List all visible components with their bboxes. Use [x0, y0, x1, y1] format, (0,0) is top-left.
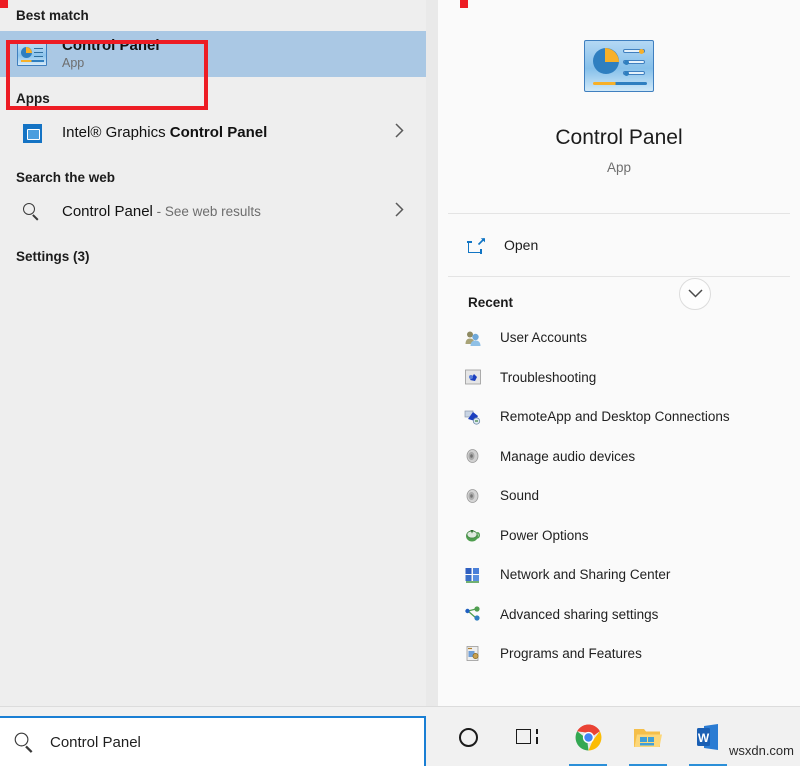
list-item[interactable]: Advanced sharing settings: [438, 595, 800, 635]
svg-text:W: W: [698, 731, 710, 745]
result-row-control-panel[interactable]: Control Panel App: [0, 31, 426, 77]
list-item[interactable]: Network and Sharing Center: [438, 555, 800, 595]
list-item[interactable]: Power Options: [438, 516, 800, 556]
app-detail-panel: Control Panel App Open: [438, 0, 800, 706]
chrome-icon: [575, 724, 602, 751]
settings-header: Settings (3): [0, 249, 426, 264]
best-match-header: Best match: [0, 8, 426, 23]
panel-divider: [426, 0, 438, 706]
chevron-down-icon: [688, 285, 703, 303]
search-icon: [16, 196, 48, 228]
list-item-label: Network and Sharing Center: [500, 567, 670, 582]
taskbar-icons: W: [438, 707, 738, 766]
list-item-label: Manage audio devices: [500, 449, 635, 464]
open-button-label: Open: [504, 237, 538, 253]
power-options-icon: [464, 526, 482, 544]
user-accounts-icon: [464, 329, 482, 347]
task-view-icon: [516, 728, 540, 746]
control-panel-icon: [16, 38, 48, 70]
list-item-label: Sound: [500, 488, 539, 503]
apps-header: Apps: [0, 91, 426, 106]
result-title: Control Panel - See web results: [62, 203, 261, 220]
sound-icon: [464, 487, 482, 505]
list-item[interactable]: Sound: [438, 476, 800, 516]
divider: [448, 276, 790, 277]
result-text: Control Panel App: [62, 37, 160, 71]
taskbar-item-chrome[interactable]: [558, 707, 618, 766]
list-item[interactable]: Programs and Features: [438, 634, 800, 674]
file-explorer-icon: [634, 726, 662, 748]
list-item-label: User Accounts: [500, 330, 587, 345]
taskbar-item-file-explorer[interactable]: [618, 707, 678, 766]
remoteapp-icon: [464, 408, 482, 426]
open-in-new-icon: [468, 237, 486, 253]
result-text: Intel® Graphics Control Panel: [62, 124, 267, 141]
search-icon: [15, 732, 36, 753]
word-icon: W: [696, 724, 720, 750]
list-item-label: Troubleshooting: [500, 370, 596, 385]
taskbar-item-task-view[interactable]: [498, 707, 558, 766]
troubleshooting-icon: [464, 368, 482, 386]
list-item[interactable]: User Accounts: [438, 318, 800, 358]
list-item-label: Power Options: [500, 528, 589, 543]
search-input[interactable]: Control Panel: [0, 716, 426, 766]
result-title: Intel® Graphics Control Panel: [62, 124, 267, 141]
watermark: wsxdn.com: [729, 743, 794, 758]
search-the-web-header: Search the web: [0, 170, 426, 185]
open-button[interactable]: Open: [438, 228, 800, 262]
result-subtitle: App: [62, 56, 160, 70]
advanced-sharing-icon: [464, 605, 482, 623]
control-panel-icon: [584, 40, 654, 92]
recent-header: Recent: [438, 295, 800, 310]
network-sharing-icon: [464, 566, 482, 584]
cortana-icon: [459, 728, 478, 747]
start-menu-search-screen: Best match Control Panel App Apps Intel®…: [0, 0, 800, 766]
search-input-value: Control Panel: [50, 734, 141, 751]
app-type-label: App: [438, 160, 800, 175]
list-item[interactable]: Manage audio devices: [438, 437, 800, 477]
list-item-label: Programs and Features: [500, 646, 642, 661]
list-item[interactable]: RemoteApp and Desktop Connections: [438, 397, 800, 437]
audio-device-icon: [464, 447, 482, 465]
taskbar: Control Panel: [0, 706, 800, 766]
result-row-web-search[interactable]: Control Panel - See web results: [0, 189, 426, 235]
result-row-intel-graphics[interactable]: Intel® Graphics Control Panel: [0, 110, 426, 156]
search-results-panel: Best match Control Panel App Apps Intel®…: [0, 0, 426, 706]
taskbar-item-cortana[interactable]: [438, 707, 498, 766]
result-title: Control Panel: [62, 37, 160, 54]
expand-more-button[interactable]: [679, 278, 711, 310]
programs-features-icon: [464, 645, 482, 663]
chevron-right-icon[interactable]: [395, 202, 404, 222]
list-item-label: Advanced sharing settings: [500, 607, 658, 622]
list-item-label: RemoteApp and Desktop Connections: [500, 409, 730, 424]
app-hero: Control Panel App: [438, 0, 800, 175]
result-text: Control Panel - See web results: [62, 203, 261, 220]
divider: [448, 213, 790, 214]
page-title: Control Panel: [438, 126, 800, 150]
intel-graphics-icon: [16, 117, 48, 149]
chevron-right-icon[interactable]: [395, 123, 404, 143]
list-item[interactable]: Troubleshooting: [438, 358, 800, 398]
